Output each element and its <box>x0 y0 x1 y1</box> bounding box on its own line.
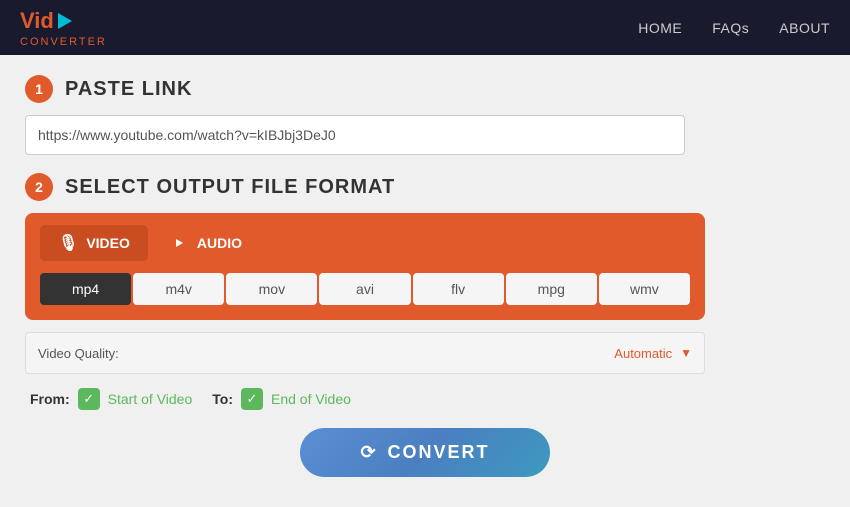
to-label: To: <box>212 391 233 407</box>
tab-video[interactable]: 🎙 VIDEO <box>40 225 148 261</box>
tab-audio-label: AUDIO <box>197 235 242 251</box>
format-mov[interactable]: mov <box>226 273 317 305</box>
url-input[interactable] <box>25 115 685 155</box>
from-group: From: ✓ Start of Video <box>30 388 192 410</box>
to-group: To: ✓ End of Video <box>212 388 351 410</box>
step2-title: SELECT OUTPUT FILE FORMAT <box>65 176 395 199</box>
convert-button[interactable]: ⟳ CONVERT <box>300 428 549 477</box>
format-box: 🎙 VIDEO AUDIO mp4 m4v mov avi flv mpg wm… <box>25 213 705 320</box>
logo-vid-text: Vid <box>20 8 54 34</box>
main-content: 1 PASTE LINK 2 SELECT OUTPUT FILE FORMAT… <box>0 55 850 497</box>
logo: Vid CONVERTER <box>20 8 107 48</box>
nav-faqs[interactable]: FAQs <box>712 20 749 36</box>
step1-badge: 1 <box>25 75 53 103</box>
audio-play-icon <box>171 236 189 250</box>
convert-icon: ⟳ <box>360 442 377 463</box>
logo-subtitle: CONVERTER <box>20 36 107 48</box>
step2-header: 2 SELECT OUTPUT FILE FORMAT <box>25 173 825 201</box>
main-nav: HOME FAQs ABOUT <box>638 20 830 36</box>
quality-label: Video Quality: <box>38 346 614 361</box>
format-flv[interactable]: flv <box>413 273 504 305</box>
quality-value: Automatic <box>614 346 672 361</box>
start-check-icon: ✓ <box>78 388 100 410</box>
quality-dropdown-icon: ▼ <box>680 346 692 360</box>
nav-about[interactable]: ABOUT <box>779 20 830 36</box>
convert-area: ⟳ CONVERT <box>25 428 825 477</box>
format-pills: mp4 m4v mov avi flv mpg wmv <box>40 273 690 305</box>
app-header: Vid CONVERTER HOME FAQs ABOUT <box>0 0 850 55</box>
step1-header: 1 PASTE LINK <box>25 75 825 103</box>
format-mp4[interactable]: mp4 <box>40 273 131 305</box>
mic-icon: 🎙 <box>58 233 78 253</box>
tab-audio[interactable]: AUDIO <box>153 225 260 261</box>
format-section: 🎙 VIDEO AUDIO mp4 m4v mov avi flv mpg wm… <box>25 213 825 374</box>
format-tabs: 🎙 VIDEO AUDIO <box>40 225 690 261</box>
start-of-video-label[interactable]: Start of Video <box>108 391 193 407</box>
step2-badge: 2 <box>25 173 53 201</box>
nav-home[interactable]: HOME <box>638 20 682 36</box>
logo-play-icon <box>58 13 72 29</box>
format-avi[interactable]: avi <box>319 273 410 305</box>
quality-row[interactable]: Video Quality: Automatic ▼ <box>25 332 705 374</box>
format-mpg[interactable]: mpg <box>506 273 597 305</box>
from-label: From: <box>30 391 70 407</box>
convert-button-label: CONVERT <box>388 442 490 463</box>
step1-title: PASTE LINK <box>65 78 192 101</box>
format-m4v[interactable]: m4v <box>133 273 224 305</box>
end-check-icon: ✓ <box>241 388 263 410</box>
format-wmv[interactable]: wmv <box>599 273 690 305</box>
from-to-row: From: ✓ Start of Video To: ✓ End of Vide… <box>25 388 825 410</box>
end-of-video-label[interactable]: End of Video <box>271 391 351 407</box>
tab-video-label: VIDEO <box>86 235 130 251</box>
